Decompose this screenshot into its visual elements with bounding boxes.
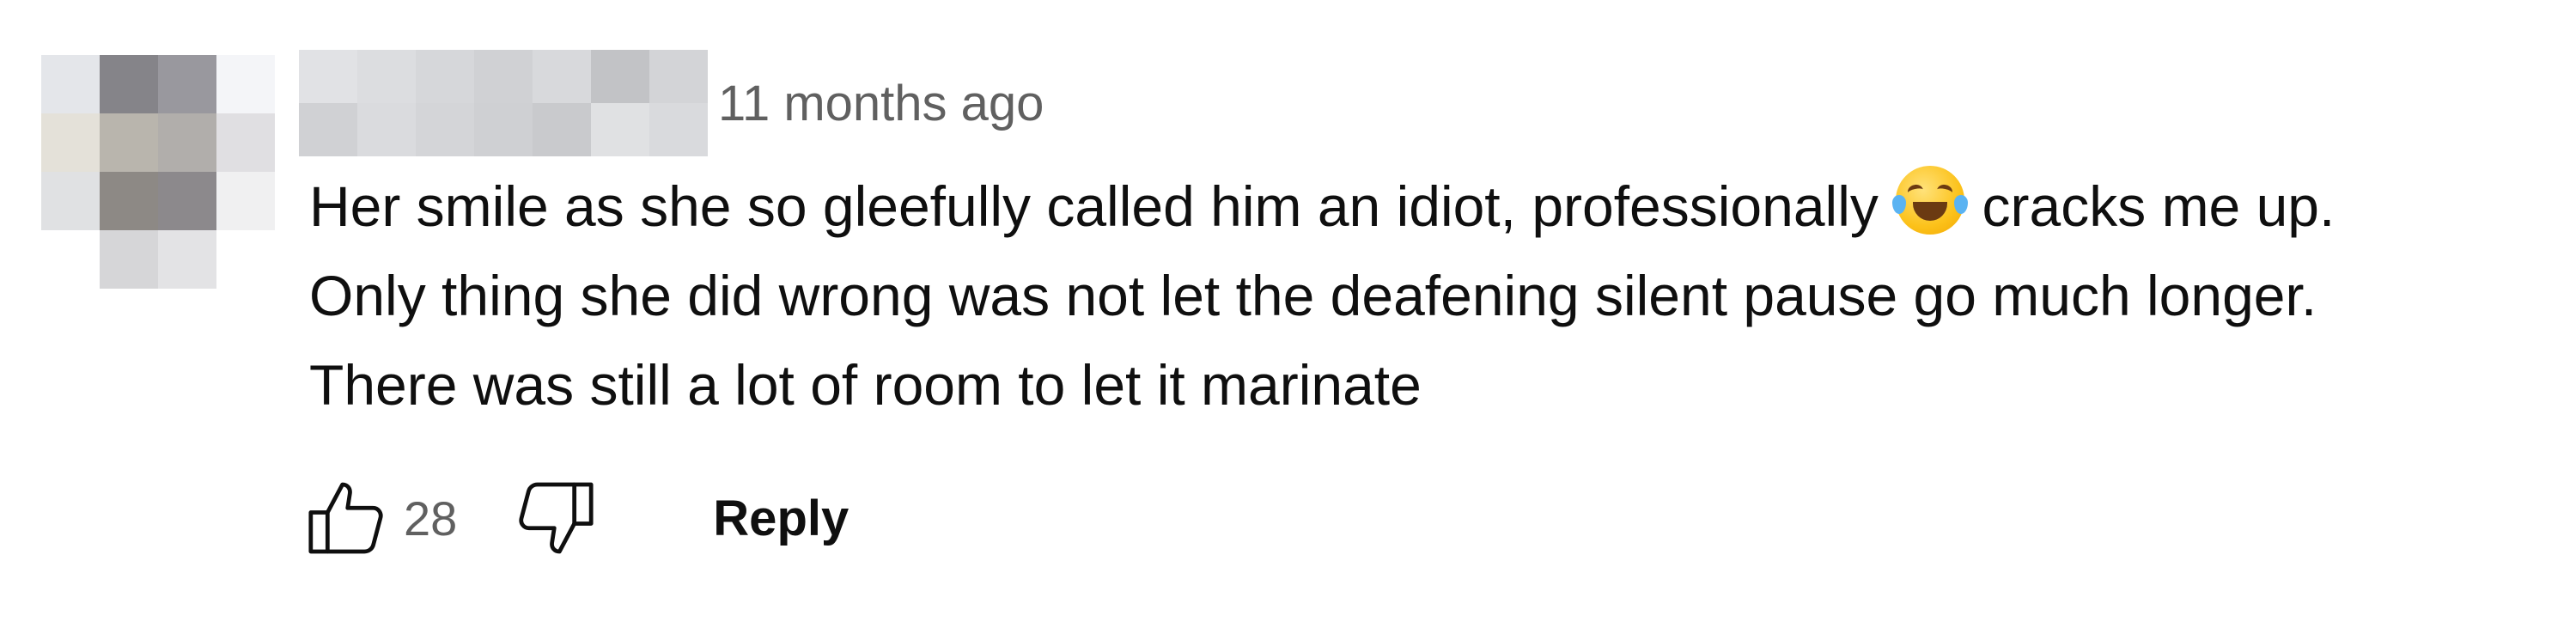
thumbs-down-icon	[519, 482, 594, 554]
reply-button[interactable]: Reply	[706, 481, 856, 556]
like-count: 28	[404, 491, 458, 546]
dislike-button[interactable]	[509, 471, 603, 565]
comment-timestamp[interactable]: 11 months ago	[718, 74, 1044, 134]
author-name[interactable]	[299, 50, 708, 156]
thumbs-up-icon	[308, 482, 383, 554]
comment-line-2: Only thing she did wrong was not let the…	[309, 264, 2317, 327]
avatar[interactable]	[41, 55, 275, 289]
like-button[interactable]	[299, 471, 393, 565]
comment-line-3: There was still a lot of room to let it …	[309, 353, 1422, 417]
comment-text: Her smile as she so gleefully called him…	[309, 162, 2560, 430]
face-with-tears-of-joy-icon	[1892, 166, 1969, 235]
comment-line-1: Her smile as she so gleefully called him…	[309, 162, 2560, 251]
comment-actions: 28 Reply	[299, 471, 856, 565]
